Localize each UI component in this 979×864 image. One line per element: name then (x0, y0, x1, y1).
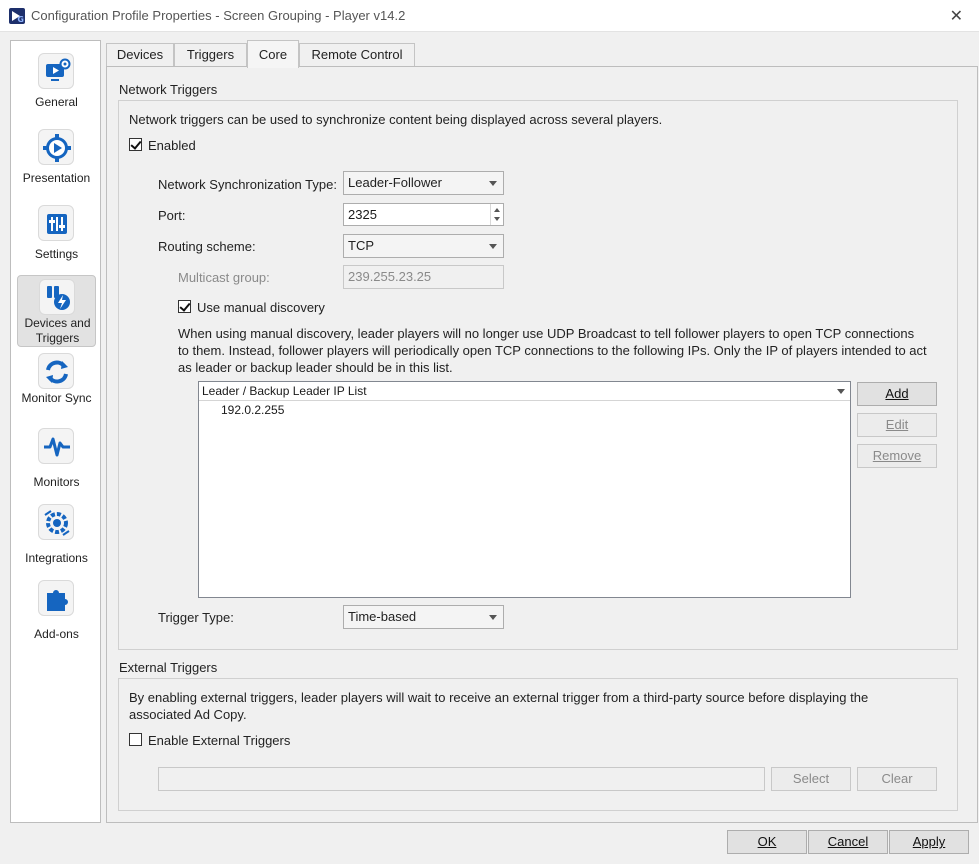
sidebar-item-label: Presentation (22, 171, 91, 185)
enabled-label: Enabled (148, 138, 196, 153)
tab-core[interactable]: Core (247, 40, 299, 68)
puzzle-piece-icon (38, 580, 74, 616)
sidebar-item-general[interactable]: General (17, 45, 96, 117)
manual-discovery-help-line2: to them. Instead, follower players will … (178, 343, 927, 358)
tab-triggers[interactable]: Triggers (174, 43, 247, 67)
sync-arrows-icon (38, 353, 74, 389)
ok-button-label: OK (757, 834, 777, 849)
sync-type-dropdown[interactable]: Leader-Follower (343, 171, 504, 195)
multicast-group-label: Multicast group: (178, 270, 270, 285)
sidebar-item-label: Integrations (25, 551, 88, 565)
port-spin-buttons[interactable] (490, 204, 503, 225)
heartbeat-icon (38, 428, 74, 464)
app-logo-icon (9, 8, 25, 24)
port-stepper[interactable]: 2325 (343, 203, 504, 226)
close-icon[interactable]: ✕ (950, 6, 963, 25)
ip-list[interactable]: Leader / Backup Leader IP List 192.0.2.2… (198, 381, 851, 598)
sidebar-item-presentation[interactable]: Presentation (17, 121, 96, 193)
port-label: Port: (158, 208, 186, 223)
window-title: Configuration Profile Properties - Scree… (31, 8, 406, 23)
sidebar-item-label: Monitor Sync (21, 391, 92, 405)
sidebar-item-integrations[interactable]: Integrations (17, 501, 96, 573)
remove-button-label: Remove (872, 448, 922, 463)
chevron-down-icon[interactable] (494, 217, 500, 221)
multicast-group-field: 239.255.23.25 (343, 265, 504, 289)
enable-external-triggers-label: Enable External Triggers (148, 733, 291, 748)
sidebar-item-monitor-sync[interactable]: Monitor Sync (17, 351, 96, 423)
tab-devices[interactable]: Devices (106, 43, 174, 67)
manual-discovery-label: Use manual discovery (197, 300, 325, 315)
port-value: 2325 (348, 207, 377, 222)
sidebar-item-label: Add-ons (34, 627, 79, 641)
sidebar-item-label: General (35, 95, 78, 109)
cancel-button-label: Cancel (827, 834, 869, 849)
monitor-gear-icon (38, 53, 74, 89)
sidebar-item-monitors[interactable]: Monitors (17, 425, 96, 497)
clear-button[interactable]: Clear (857, 767, 937, 791)
trigger-type-label: Trigger Type: (158, 610, 234, 625)
edit-button-label: Edit (885, 417, 909, 432)
integration-gear-icon (38, 504, 74, 540)
network-triggers-title: Network Triggers (119, 82, 218, 97)
edit-button[interactable]: Edit (857, 413, 937, 437)
select-button[interactable]: Select (771, 767, 851, 791)
sync-type-label: Network Synchronization Type: (158, 177, 337, 192)
external-triggers-title: External Triggers (119, 660, 218, 675)
sidebar-item-label: Devices and Triggers (24, 316, 91, 345)
add-button[interactable]: Add (857, 382, 937, 406)
sidebar-item-label: Settings (34, 247, 79, 261)
manual-discovery-checkbox[interactable] (178, 300, 191, 313)
routing-scheme-dropdown[interactable]: TCP (343, 234, 504, 258)
sidebar-item-label: Monitors (33, 475, 80, 489)
network-triggers-description: Network triggers can be used to synchron… (129, 112, 663, 127)
external-triggers-description-line2: associated Ad Copy. (129, 707, 247, 722)
apply-button-label: Apply (912, 834, 946, 849)
add-button-label: Add (885, 386, 909, 401)
enabled-checkbox[interactable] (129, 138, 142, 151)
settings-sliders-icon (38, 205, 74, 241)
chevron-up-icon[interactable] (494, 208, 500, 212)
routing-scheme-label: Routing scheme: (158, 239, 256, 254)
sidebar-item-settings[interactable]: Settings (17, 197, 96, 269)
trigger-type-dropdown[interactable]: Time-based (343, 605, 504, 629)
enable-external-triggers-checkbox[interactable] (129, 733, 142, 746)
play-circle-icon (38, 129, 74, 165)
devices-trigger-icon (39, 279, 75, 315)
cancel-button[interactable]: Cancel (808, 830, 888, 854)
ip-list-header[interactable]: Leader / Backup Leader IP List (199, 382, 850, 401)
tab-remote-control[interactable]: Remote Control (299, 43, 415, 67)
title-bar: Configuration Profile Properties - Scree… (0, 0, 979, 32)
sidebar-item-add-ons[interactable]: Add-ons (17, 577, 96, 649)
remove-button[interactable]: Remove (857, 444, 937, 468)
ok-button[interactable]: OK (727, 830, 807, 854)
manual-discovery-help-line3: as leader or backup leader should be in … (178, 360, 453, 375)
external-trigger-path-field (158, 767, 765, 791)
list-item[interactable]: 192.0.2.255 (221, 402, 284, 418)
category-sidebar: General Presentation Settings Devices an… (10, 40, 101, 823)
external-triggers-description-line1: By enabling external triggers, leader pl… (129, 690, 869, 705)
manual-discovery-help-line1: When using manual discovery, leader play… (178, 326, 915, 341)
apply-button[interactable]: Apply (889, 830, 969, 854)
sidebar-item-devices-and-triggers[interactable]: Devices and Triggers (17, 275, 96, 347)
